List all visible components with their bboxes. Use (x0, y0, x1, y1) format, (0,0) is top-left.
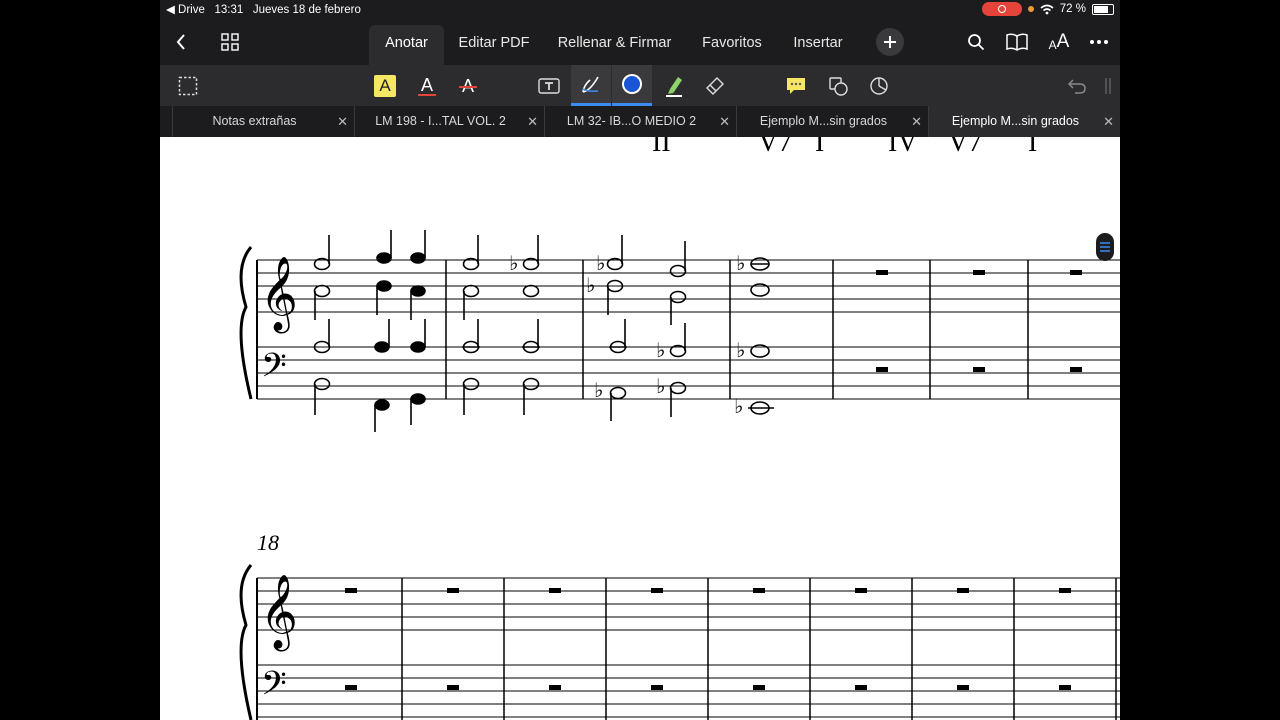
close-icon[interactable]: ✕ (719, 106, 730, 137)
selection-icon[interactable] (176, 75, 200, 97)
scroll-handle-icon[interactable] (1096, 233, 1114, 261)
ipad-screen: ◀ Drive 13:31 Jueves 18 de febrero 72 % … (160, 0, 1120, 720)
tab-anotar[interactable]: Anotar (369, 25, 444, 65)
pen-icon[interactable] (571, 65, 611, 106)
system-2 (239, 564, 1120, 720)
underline-text-icon[interactable]: A (416, 74, 438, 98)
svg-text:♭: ♭ (656, 338, 665, 362)
grid-icon[interactable] (218, 25, 242, 59)
svg-text:♭: ♭ (734, 394, 743, 418)
doc-tab-notas-extranas[interactable]: Notas extrañas ✕ (172, 106, 354, 137)
battery-icon (1092, 3, 1114, 15)
roman-numerals: II V7 I IV V7 I (652, 127, 1037, 158)
stamp-icon[interactable] (868, 75, 890, 97)
book-icon[interactable] (1004, 30, 1030, 54)
close-icon[interactable]: ✕ (1103, 106, 1114, 137)
eraser-icon[interactable] (704, 75, 726, 97)
strikethrough-text-icon[interactable]: A (457, 74, 479, 98)
svg-text:♭: ♭ (736, 251, 745, 275)
doc-tab-lm-198[interactable]: LM 198 - I...TAL VOL. 2 ✕ (354, 106, 544, 137)
wifi-icon (1040, 4, 1054, 14)
roman-numeral: I (1028, 137, 1037, 158)
svg-text:♭: ♭ (586, 273, 595, 297)
document-tabs: Notas extrañas ✕ LM 198 - I...TAL VOL. 2 ✕… (160, 106, 1120, 137)
shapes-icon[interactable] (827, 75, 849, 97)
back-icon[interactable] (168, 25, 194, 59)
battery-percent: 72 % (1059, 3, 1086, 15)
measure-number: 18 (257, 530, 279, 555)
tab-favoritos[interactable]: Favoritos (697, 25, 767, 65)
doc-tab-ejemplo-2[interactable]: Ejemplo M...sin grados ✕ (928, 106, 1120, 137)
text-size-icon[interactable]: AA (1045, 29, 1073, 55)
doc-tab-label: Ejemplo M...sin grados (759, 114, 888, 128)
highlighter-icon[interactable] (663, 74, 685, 98)
top-navigation-bar: Anotar Editar PDF Rellenar & Firmar Favo… (160, 20, 1120, 65)
highlight-text-icon[interactable]: A (374, 75, 396, 97)
doc-tab-label: Notas extrañas (212, 114, 297, 128)
rests-system-1 (876, 270, 1082, 372)
status-time: 13:31 (214, 4, 244, 16)
annotation-toolbar: A A A (160, 65, 1120, 106)
close-icon[interactable]: ✕ (911, 106, 922, 137)
status-date: Jueves 18 de febrero (252, 4, 361, 16)
text-box-icon[interactable] (537, 75, 561, 97)
pdf-page[interactable]: II V7 I IV V7 I 𝄞 𝄢 ♭ ♭ ♭ ♭ ♭ ♭ ♭ ♭ ♭ 18… (160, 127, 1120, 720)
comment-icon[interactable] (785, 75, 807, 97)
status-bar: ◀ Drive 13:31 Jueves 18 de febrero 72 % (160, 0, 1120, 20)
toolbar-grip-icon[interactable] (1104, 77, 1112, 95)
color-circle-icon[interactable] (612, 65, 652, 106)
close-icon[interactable]: ✕ (527, 106, 538, 137)
add-icon[interactable] (876, 28, 904, 56)
close-icon[interactable]: ✕ (337, 106, 348, 137)
doc-tab-label: LM 198 - I...TAL VOL. 2 (375, 114, 506, 128)
bass-clef-icon: 𝄢 (261, 665, 287, 711)
svg-text:♭: ♭ (596, 251, 605, 275)
roman-numeral: I (815, 137, 824, 158)
svg-text:♭: ♭ (736, 338, 745, 362)
search-icon[interactable] (964, 30, 988, 54)
doc-tab-ejemplo-1[interactable]: Ejemplo M...sin grados ✕ (736, 106, 928, 137)
treble-clef-icon: 𝄞 (260, 575, 298, 652)
back-to-app-link[interactable]: ◀ Drive (166, 4, 205, 16)
roman-numeral: V7 (758, 137, 792, 158)
doc-tab-lm-32[interactable]: LM 32- IB...O MEDIO 2 ✕ (544, 106, 736, 137)
tab-editar-pdf[interactable]: Editar PDF (452, 25, 536, 65)
svg-text:♭: ♭ (509, 251, 518, 275)
tab-rellenar-firmar[interactable]: Rellenar & Firmar (552, 25, 677, 65)
treble-clef-icon: 𝄞 (260, 257, 298, 334)
roman-numeral: V7 (948, 137, 982, 158)
music-score: II V7 I IV V7 I 𝄞 𝄢 ♭ ♭ ♭ ♭ ♭ ♭ ♭ ♭ ♭ 18… (239, 127, 1120, 720)
roman-numeral: II (652, 137, 671, 158)
more-icon[interactable] (1086, 30, 1112, 54)
svg-text:♭: ♭ (594, 378, 603, 402)
svg-text:♭: ♭ (656, 374, 665, 398)
tab-insertar[interactable]: Insertar (787, 25, 849, 65)
doc-tab-label: LM 32- IB...O MEDIO 2 (566, 114, 697, 128)
roman-numeral: IV (888, 137, 918, 158)
flat-accidentals: ♭ ♭ ♭ ♭ ♭ ♭ ♭ ♭ ♭ (509, 251, 745, 418)
doc-tab-label: Ejemplo M...sin grados (951, 114, 1080, 128)
mic-indicator-icon (1027, 6, 1034, 12)
undo-icon[interactable] (1066, 75, 1088, 97)
bass-clef-icon: 𝄢 (261, 347, 287, 393)
system-1 (239, 246, 1120, 400)
screen-recording-icon (981, 2, 1022, 16)
